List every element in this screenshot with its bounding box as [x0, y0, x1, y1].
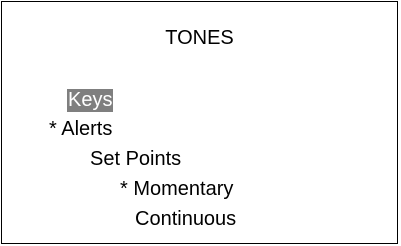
menu-item-keys[interactable]: Keys [67, 89, 114, 112]
menu-item-set-points[interactable]: Set Points [90, 148, 181, 171]
menu-item-alerts[interactable]: * Alerts [49, 118, 112, 141]
tones-menu-screen: TONES Keys * Alerts Set Points * Momenta… [1, 1, 398, 244]
menu-item-continuous[interactable]: Continuous [135, 208, 236, 231]
menu-item-momentary[interactable]: * Momentary [120, 178, 233, 201]
screen-title: TONES [165, 27, 234, 49]
